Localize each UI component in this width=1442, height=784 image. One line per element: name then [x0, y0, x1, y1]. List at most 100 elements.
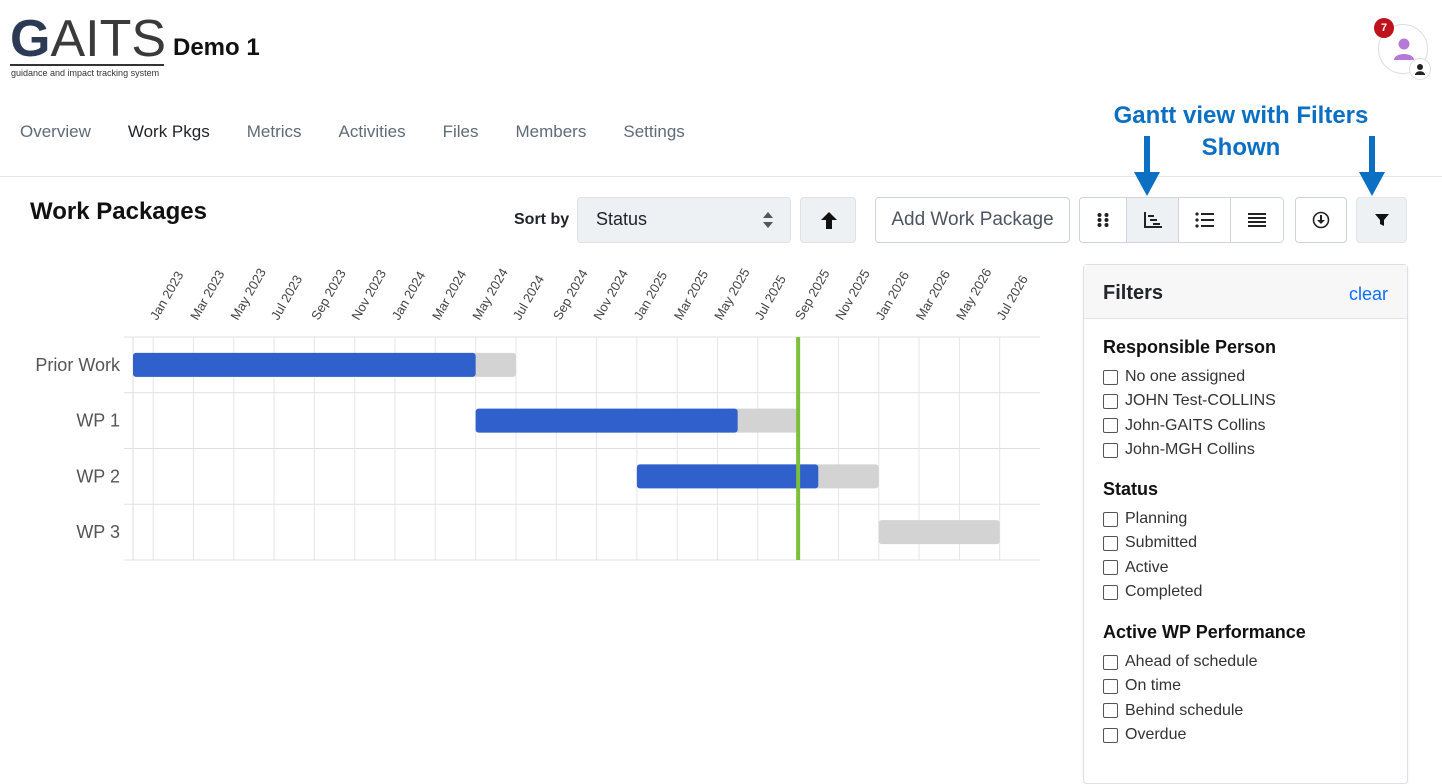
- filter-group-responsible-person: Responsible Person No one assigned JOHN Te…: [1103, 337, 1276, 462]
- tab-members[interactable]: Members: [516, 122, 587, 142]
- sort-direction-button[interactable]: [800, 197, 856, 243]
- filter-group-title: Responsible Person: [1103, 337, 1277, 357]
- x-tick-label: Jul 2023: [268, 272, 306, 322]
- x-tick-label: May 2024: [469, 266, 511, 323]
- download-button[interactable]: [1295, 197, 1347, 243]
- list-icon: [1194, 212, 1214, 228]
- gantt-row-label: WP 3: [76, 522, 120, 542]
- filter-option[interactable]: John-MGH Collins: [1103, 438, 1276, 462]
- add-work-package-button[interactable]: Add Work Package: [875, 197, 1070, 243]
- filter-checkbox[interactable]: [1103, 560, 1118, 576]
- tab-settings[interactable]: Settings: [623, 122, 684, 142]
- x-tick-label: Jan 2024: [389, 269, 429, 323]
- x-tick-label: Mar 2023: [187, 267, 227, 322]
- filter-checkbox[interactable]: [1103, 369, 1118, 385]
- filter-checkbox[interactable]: [1103, 584, 1118, 600]
- x-tick-label: Nov 2023: [348, 267, 389, 323]
- filter-option-label: No one assigned: [1125, 368, 1246, 386]
- filter-option[interactable]: Completed: [1103, 580, 1202, 604]
- gantt-bar-remaining: [878, 520, 1000, 545]
- filter-option[interactable]: Active: [1103, 556, 1202, 580]
- tab-overview[interactable]: Overview: [20, 122, 91, 142]
- annotation-line-1: Gantt view with Filters: [1113, 102, 1369, 129]
- filter-option-label: Submitted: [1125, 534, 1198, 552]
- filter-checkbox[interactable]: [1103, 703, 1118, 719]
- gantt-chart: Jan 2023 Mar 2023 May 2023Jul 2023 Sep 2023…: [35, 266, 1040, 561]
- filter-checkbox[interactable]: [1103, 393, 1118, 409]
- sort-label: Sort by: [514, 211, 570, 228]
- nav-divider: [0, 176, 1442, 177]
- filters-header: Filters clear: [1084, 265, 1407, 319]
- filter-toggle-button[interactable]: [1356, 197, 1407, 243]
- list-view-button[interactable]: [1179, 198, 1231, 242]
- tab-metrics[interactable]: Metrics: [247, 122, 302, 142]
- view-toggle-group: [1079, 197, 1284, 243]
- filter-option[interactable]: On time: [1103, 674, 1306, 698]
- x-tick-label: Sep 2024: [550, 267, 591, 323]
- filter-group-title: Status: [1103, 479, 1159, 499]
- person-icon: [1415, 64, 1425, 75]
- filter-option[interactable]: Behind schedule: [1103, 699, 1306, 723]
- x-tick-label: May 2025: [711, 266, 753, 323]
- tab-work-pkgs[interactable]: Work Pkgs: [128, 122, 210, 142]
- logo-letters-rest: AITS: [50, 10, 167, 68]
- filters-clear-link[interactable]: clear: [1349, 284, 1388, 305]
- filter-checkbox[interactable]: [1103, 511, 1118, 527]
- filter-option-label: Overdue: [1125, 726, 1187, 744]
- secondary-user-avatar[interactable]: [1409, 58, 1431, 80]
- gantt-row-label: Prior Work: [35, 355, 121, 375]
- gantt-bar-progress: [133, 352, 476, 377]
- filter-option[interactable]: Submitted: [1103, 531, 1202, 555]
- filter-option[interactable]: No one assigned: [1103, 365, 1276, 389]
- filter-checkbox[interactable]: [1103, 727, 1118, 743]
- annotation-arrow-filter: [1359, 136, 1385, 196]
- tab-activities[interactable]: Activities: [339, 122, 406, 142]
- filter-option[interactable]: Ahead of schedule: [1103, 650, 1306, 674]
- filter-checkbox[interactable]: [1103, 654, 1118, 670]
- select-caret-icon: [763, 212, 773, 228]
- notification-badge[interactable]: 7: [1374, 18, 1394, 38]
- filter-icon: [1374, 214, 1389, 226]
- gantt-view-button[interactable]: [1127, 198, 1179, 242]
- gaits-logo[interactable]: GAITS guidance and impact tracking syste…: [10, 12, 166, 84]
- filter-option[interactable]: John-GAITS Collins: [1103, 414, 1276, 438]
- sort-select-value: Status: [596, 209, 648, 229]
- x-tick-label: Jul 2026: [993, 272, 1031, 322]
- logo-underline: [10, 64, 164, 66]
- logo-wordmark: GAITS: [10, 12, 166, 66]
- filter-option-label: Behind schedule: [1125, 701, 1244, 719]
- filter-checkbox[interactable]: [1103, 678, 1118, 694]
- filter-checkbox[interactable]: [1103, 418, 1118, 434]
- table-icon: [1248, 213, 1266, 227]
- table-view-button[interactable]: [1231, 198, 1283, 242]
- x-tick-label: Jul 2024: [510, 272, 548, 322]
- x-tick-label: Nov 2025: [832, 267, 873, 323]
- grid-view-button[interactable]: [1080, 198, 1127, 242]
- x-tick-label: Nov 2024: [590, 267, 631, 323]
- filter-option-label: Active: [1125, 558, 1169, 576]
- filter-group-status: Status Planning Submitted Active Completed: [1103, 479, 1202, 604]
- x-tick-label: Jan 2023: [147, 269, 187, 323]
- filter-option-label: Ahead of schedule: [1125, 653, 1258, 671]
- user-icon: [1394, 38, 1414, 60]
- logo-tagline: guidance and impact tracking system: [11, 68, 160, 78]
- filter-option-label: Planning: [1125, 510, 1188, 528]
- x-tick-label: Jan 2026: [872, 269, 912, 323]
- gantt-icon: [1143, 212, 1162, 228]
- filter-option-label: On time: [1125, 677, 1182, 695]
- annotation-arrow-gantt: [1134, 136, 1160, 196]
- filters-title: Filters: [1103, 282, 1164, 304]
- filter-option-label: John-GAITS Collins: [1125, 416, 1266, 434]
- filter-checkbox[interactable]: [1103, 442, 1118, 458]
- x-tick-label: May 2026: [953, 266, 995, 323]
- filter-option[interactable]: Planning: [1103, 507, 1202, 531]
- filter-checkbox[interactable]: [1103, 535, 1118, 551]
- filter-option[interactable]: JOHN Test-COLLINS: [1103, 389, 1276, 413]
- filter-option-label: John-MGH Collins: [1125, 441, 1255, 459]
- sort-select[interactable]: Status: [577, 197, 791, 243]
- arrow-up-icon: [821, 212, 837, 229]
- tab-files[interactable]: Files: [443, 122, 479, 142]
- x-tick-label: Sep 2025: [792, 267, 833, 323]
- filter-option[interactable]: Overdue: [1103, 723, 1306, 747]
- filter-group-title: Active WP Performance: [1103, 622, 1306, 642]
